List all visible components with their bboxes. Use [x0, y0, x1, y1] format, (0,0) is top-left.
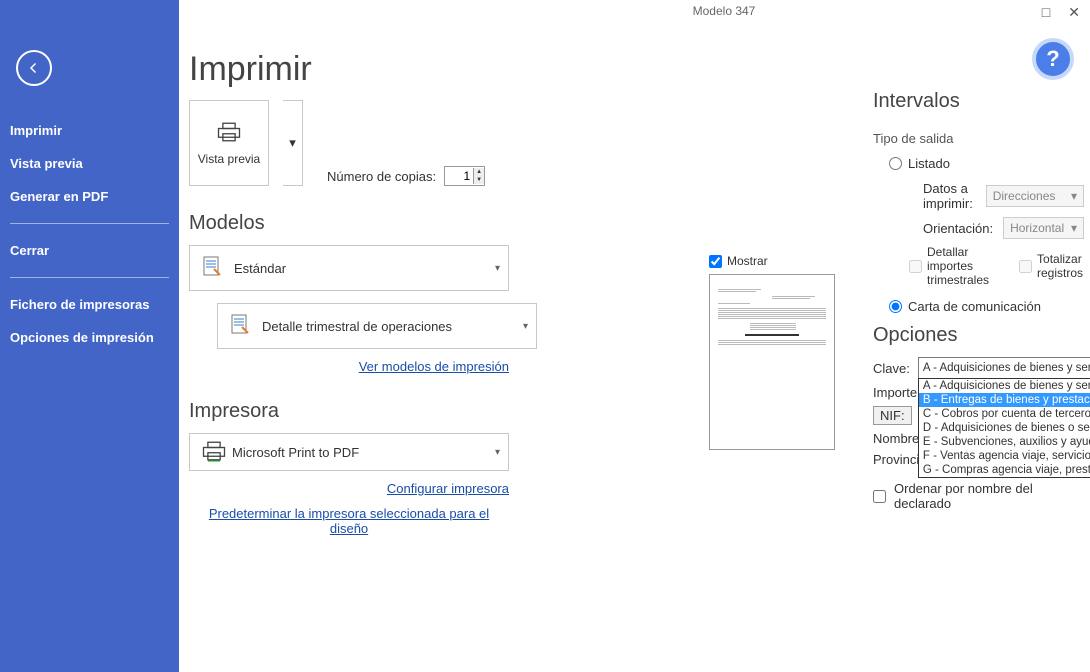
document-preview[interactable] [709, 274, 835, 450]
modelo-detalle-label: Detalle trimestral de operaciones [262, 319, 452, 334]
modelo-estandar[interactable]: Estándar ▾ [189, 245, 509, 291]
datos-imprimir-label: Datos a imprimir: [923, 181, 976, 211]
printer-icon [200, 440, 222, 465]
clave-label: Clave: [873, 361, 910, 376]
clave-select[interactable]: A - Adquisiciones de bienes y servicios … [918, 357, 1090, 379]
window-close[interactable]: ✕ [1068, 4, 1080, 21]
configurar-impresora-link[interactable]: Configurar impresora [189, 481, 509, 496]
intervalos-heading: Intervalos [873, 90, 1084, 113]
orientacion-value: Horizontal [1010, 221, 1064, 235]
totalizar-checkbox [1019, 260, 1032, 273]
document-icon [200, 255, 224, 282]
tipo-salida-label: Tipo de salida [873, 131, 1084, 146]
mostrar-label: Mostrar [727, 254, 768, 268]
copies-up[interactable]: ▲ [474, 168, 484, 176]
nif-label: NIF: [873, 406, 912, 425]
ver-modelos-link[interactable]: Ver modelos de impresión [189, 359, 509, 374]
impresora-name: Microsoft Print to PDF [232, 445, 359, 460]
document-icon [228, 313, 252, 340]
sidebar-item-generar-pdf[interactable]: Generar en PDF [0, 180, 179, 213]
radio-listado-label: Listado [908, 156, 950, 171]
impresora-heading: Impresora [189, 400, 649, 423]
vista-previa-button[interactable]: Vista previa [189, 100, 269, 186]
ordenar-checkbox[interactable] [873, 490, 886, 503]
chevron-down-icon: ▾ [495, 447, 500, 458]
datos-imprimir-value: Direcciones [993, 189, 1056, 203]
detallar-checkbox [909, 260, 922, 273]
chevron-down-icon: ▾ [1071, 221, 1077, 235]
window-maximize[interactable]: □ [1042, 4, 1050, 21]
modelo-detalle[interactable]: Detalle trimestral de operaciones ▾ [217, 303, 537, 349]
chevron-down-icon: ▾ [1071, 189, 1077, 203]
clave-option[interactable]: E - Subvenciones, auxilios y ayudas sati… [919, 435, 1090, 449]
clave-option[interactable]: C - Cobros por cuenta de terceros superi… [919, 407, 1090, 421]
orientacion-label: Orientación: [923, 221, 993, 236]
window-title: Modelo 347 [693, 4, 756, 18]
modelos-heading: Modelos [189, 212, 649, 235]
sidebar-item-imprimir[interactable]: Imprimir [0, 114, 179, 147]
clave-value: A - Adquisiciones de bienes y servicios … [923, 362, 1090, 374]
copies-input[interactable] [445, 169, 473, 183]
sidebar-item-cerrar[interactable]: Cerrar [0, 234, 179, 267]
clave-option[interactable]: B - Entregas de bienes y prestaciones de… [919, 393, 1090, 407]
sidebar-item-opciones-impresion[interactable]: Opciones de impresión [0, 321, 179, 354]
radio-carta-label: Carta de comunicación [908, 299, 1041, 314]
copies-down[interactable]: ▼ [474, 176, 484, 184]
detallar-label: Detallar importes trimestrales [927, 245, 989, 287]
totalizar-label: Totalizar registros [1037, 252, 1083, 280]
clave-option[interactable]: A - Adquisiciones de bienes y servicios … [919, 379, 1090, 393]
datos-imprimir-select: Direcciones ▾ [986, 185, 1084, 207]
sidebar-item-vista-previa[interactable]: Vista previa [0, 147, 179, 180]
mostrar-checkbox[interactable] [709, 255, 722, 268]
orientacion-select: Horizontal ▾ [1003, 217, 1084, 239]
back-button[interactable] [16, 50, 52, 86]
clave-option[interactable]: G - Compras agencia viaje, prestaciones … [919, 463, 1090, 477]
modelo-estandar-label: Estándar [234, 261, 286, 276]
chevron-down-icon: ▾ [523, 321, 528, 332]
copies-label: Número de copias: [327, 169, 436, 184]
predeterminar-impresora-link[interactable]: Predeterminar la impresora seleccionada … [189, 506, 509, 536]
sidebar-item-fichero-impresoras[interactable]: Fichero de impresoras [0, 288, 179, 321]
clave-option[interactable]: D - Adquisiciones de bienes o servicios … [919, 421, 1090, 435]
chevron-down-icon: ▾ [495, 263, 500, 274]
impresora-select[interactable]: Microsoft Print to PDF ▾ [189, 433, 509, 471]
radio-listado[interactable] [889, 157, 902, 170]
clave-dropdown-list[interactable]: A - Adquisiciones de bienes y servicios … [918, 378, 1090, 478]
opciones-heading: Opciones [873, 324, 1084, 347]
clave-option[interactable]: F - Ventas agencia viaje, servicios docu… [919, 449, 1090, 463]
copies-spinner[interactable]: ▲▼ [444, 166, 485, 186]
ordenar-label: Ordenar por nombre del declarado [894, 481, 1084, 511]
help-button[interactable]: ? [1032, 38, 1074, 80]
radio-carta[interactable] [889, 300, 902, 313]
printer-icon [215, 121, 243, 146]
vista-previa-dropdown[interactable]: ▾ [283, 100, 303, 186]
vista-previa-label: Vista previa [198, 152, 260, 166]
